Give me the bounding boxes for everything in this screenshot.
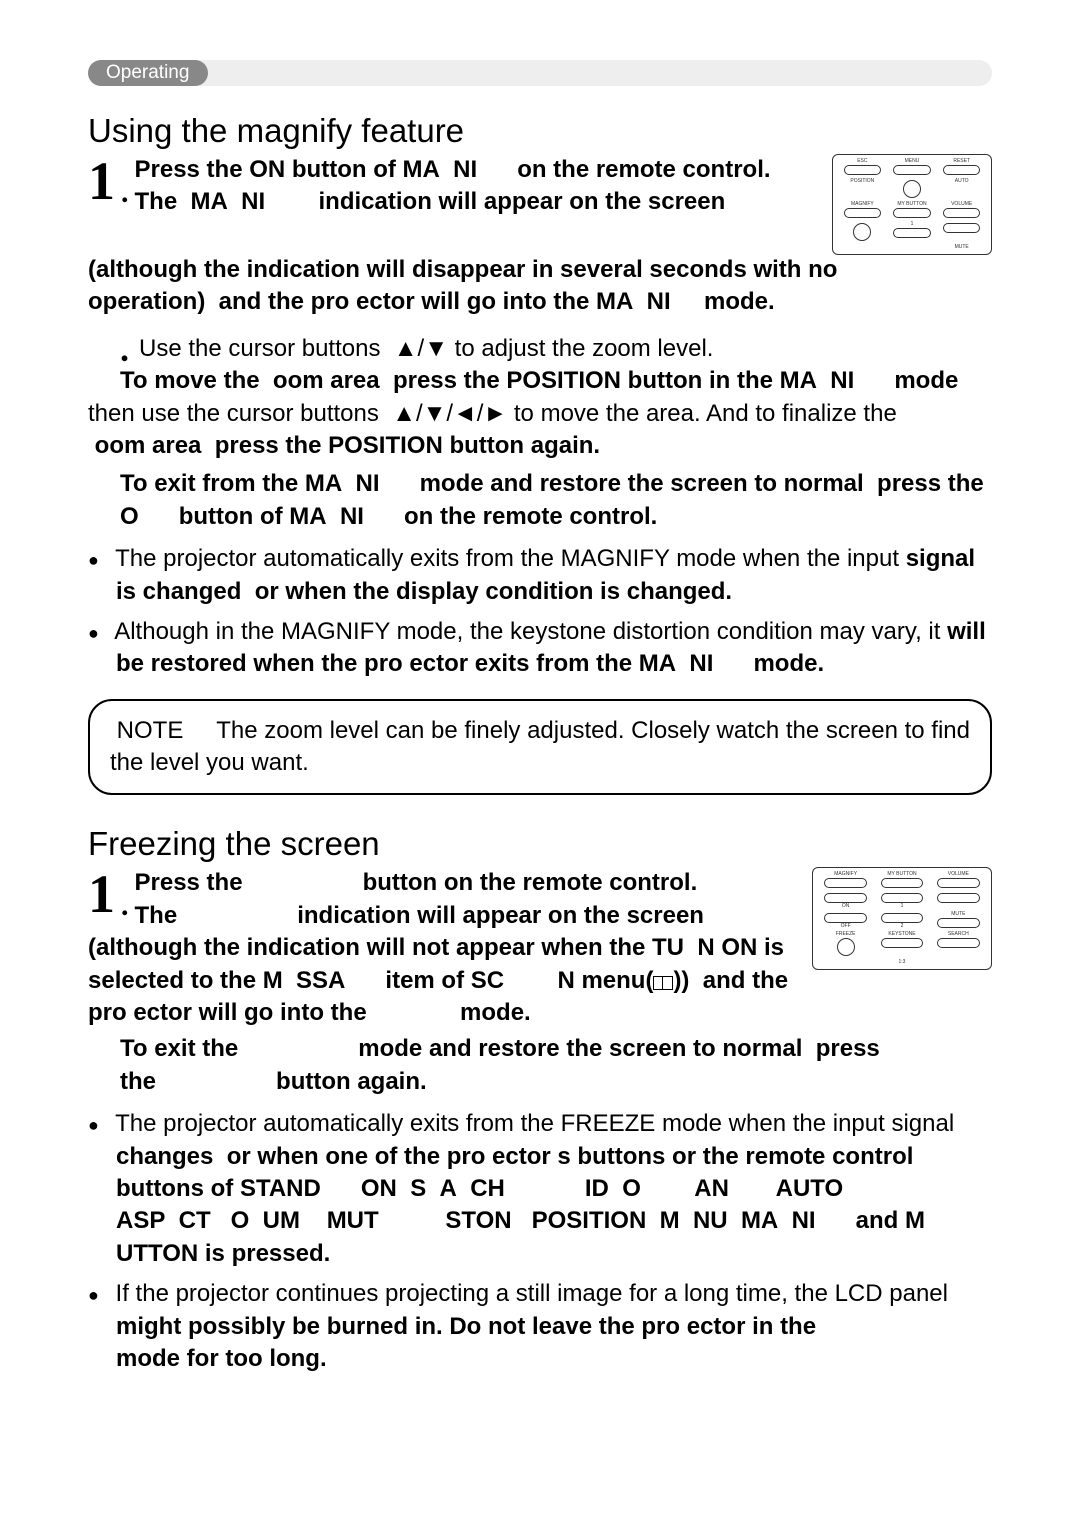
text: N menu( [557,967,653,994]
freeze-step-1: MAGNIFY MY BUTTON VOLUME ON 1 OFF 2 MUTE… [88,867,992,1098]
arrow-icon: ▲/▼/◄/► [392,400,507,427]
remote-label: MENU [905,158,920,164]
remote-label: 1 [901,903,904,909]
text: The MA NI [135,188,266,215]
book-icon [653,976,673,990]
text: Press the ON button of MA NI [135,156,478,183]
text: ON S A CH [361,1175,505,1202]
text: STON POSITION M NU MA NI [445,1207,815,1234]
text: UTTON is pressed. [116,1240,330,1267]
text: mode [894,367,958,394]
text: indication will appear on the screen [319,188,726,215]
remote-label: AUTO [955,178,969,184]
text: Although in the MAGNIFY mode, the keysto… [114,618,947,645]
text: might possibly be burned in. Do not leav… [116,1313,816,1340]
step-dot: . [121,176,129,210]
note-box: NOTE The zoom level can be finely adjust… [88,699,992,796]
step-number-1: 1 [88,867,115,921]
text: button of MA NI [179,503,364,530]
arrow-icon: ▲/▼ [394,335,448,362]
text: mode. [753,650,824,677]
text: button on the remote control. [363,869,698,896]
remote-label: ESC [857,158,867,164]
remote-label: OFF [841,923,851,929]
remote-label: FREEZE [836,931,856,937]
text: mode for too long. [116,1345,327,1372]
remote-label: SEARCH [948,931,969,937]
remote-label: RESET [953,158,970,164]
text: then use the cursor buttons [88,400,392,427]
magnify-step-1: ESC MENU RESET POSITION AUTO MAGNIFY MY … [88,154,992,319]
text: to move the area. And to finalize the [507,400,897,427]
text: and M [856,1207,925,1234]
list-item: The projector automatically exits from t… [88,1108,992,1270]
remote-label: KEYSTONE [888,931,915,937]
text: mode. [704,288,775,315]
remote-label: VOLUME [951,201,972,207]
remote-label: MY BUTTON [887,871,916,877]
text: Use the cursor buttons [139,335,394,362]
freeze-section-title: Freezing the screen [88,825,992,863]
magnify-bullets: The projector automatically exits from t… [88,543,992,681]
text: The [135,902,178,929]
text: To exit the [120,1035,238,1062]
list-item: The projector automatically exits from t… [88,543,992,608]
remote-label: MUTE [955,244,969,250]
remote-label: 2 [901,923,904,929]
step-dot: . [121,889,129,923]
text: on the remote control. [404,503,657,530]
remote-label: MAGNIFY [851,201,874,207]
note-label: NOTE [117,717,184,744]
text: Press the [135,869,243,896]
remote-label: ON [842,903,850,909]
step-number-2: . [120,333,129,365]
text: The projector automatically exits from t… [115,1110,954,1137]
remote-label: 1 [911,221,914,227]
remote-illustration-magnify: ESC MENU RESET POSITION AUTO MAGNIFY MY … [832,154,992,254]
magnify-step-2: . Use the cursor buttons ▲/▼ to adjust t… [88,333,992,533]
text: AN [694,1175,729,1202]
text: If the projector continues projecting a … [116,1280,948,1307]
text: mode. [460,999,531,1026]
text: The projector automatically exits from t… [115,545,906,572]
text: item of SC [385,967,504,994]
remote-label: MY BUTTON [897,201,926,207]
operating-tag: Operating [88,60,208,86]
text: To move the oom area press the POSITION … [120,367,854,394]
remote-label: MUTE [951,911,965,917]
remote-label: VOLUME [948,871,969,877]
text: ID O [585,1175,641,1202]
freeze-bullets: The projector automatically exits from t… [88,1108,992,1375]
text: oom area press the POSITION button again… [95,432,600,459]
remote-label: MAGNIFY [834,871,857,877]
text: on the remote control. [517,156,770,183]
step-number-1: 1 [88,154,115,208]
remote-illustration-freeze: MAGNIFY MY BUTTON VOLUME ON 1 OFF 2 MUTE… [812,867,992,977]
magnify-section-title: Using the magnify feature [88,112,992,150]
text: button again. [276,1068,427,1095]
text: MUT [327,1207,379,1234]
remote-label: 1:3 [899,959,906,965]
text: to adjust the zoom level. [448,335,713,362]
remote-label: POSITION [850,178,874,184]
text: To exit from the MA NI [120,470,380,497]
list-item: Although in the MAGNIFY mode, the keysto… [88,616,992,681]
note-text: The zoom level can be finely adjusted. C… [110,717,970,776]
list-item: If the projector continues projecting a … [88,1278,992,1375]
section-header-bar: Operating [88,60,992,86]
